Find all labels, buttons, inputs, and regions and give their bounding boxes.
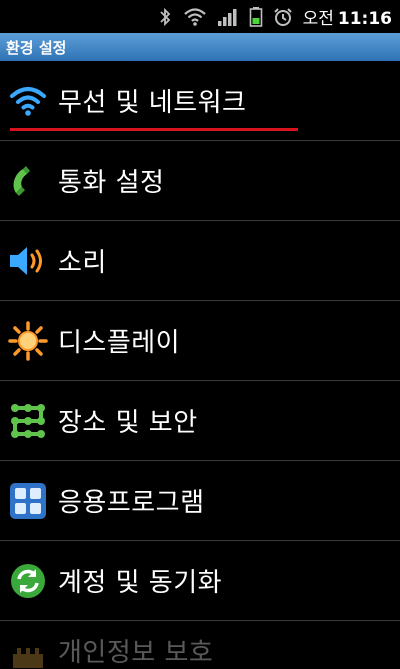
page-title: 환경 설정: [6, 38, 67, 57]
settings-item-privacy[interactable]: 개인정보 보호: [0, 621, 400, 669]
settings-item-display[interactable]: 디스플레이: [0, 301, 400, 381]
settings-item-label: 개인정보 보호: [58, 638, 214, 668]
settings-item-label: 응용프로그램: [58, 488, 205, 518]
settings-item-label: 계정 및 동기화: [58, 568, 223, 598]
clock-ampm: 오전: [302, 9, 334, 29]
speaker-icon: [8, 241, 48, 281]
status-bar: 오전 11:16: [0, 0, 400, 33]
alarm-clock-icon: [273, 7, 292, 26]
settings-list: 무선 및 네트워크 통화 설정 소리 디스플레이 장소 및 보안 응용프로그램 …: [0, 61, 400, 669]
wifi-icon: [8, 81, 48, 121]
selection-underline: [10, 128, 298, 131]
settings-item-label: 장소 및 보안: [58, 408, 198, 438]
settings-item-applications[interactable]: 응용프로그램: [0, 461, 400, 541]
title-bar: 환경 설정: [0, 33, 400, 61]
privacy-icon: [8, 629, 48, 669]
battery-icon: [249, 6, 262, 27]
lock-pattern-icon: [8, 401, 48, 441]
sync-icon: [8, 561, 48, 601]
settings-item-wireless-network[interactable]: 무선 및 네트워크: [0, 61, 400, 141]
settings-item-location-security[interactable]: 장소 및 보안: [0, 381, 400, 461]
settings-item-accounts-sync[interactable]: 계정 및 동기화: [0, 541, 400, 621]
cell-signal-icon: [217, 8, 237, 26]
settings-item-label: 통화 설정: [58, 168, 165, 198]
brightness-icon: [8, 320, 48, 361]
phone-handset-icon: [8, 161, 48, 201]
apps-grid-icon: [8, 481, 48, 521]
clock-time: 11:16: [337, 9, 392, 29]
settings-item-label: 디스플레이: [58, 328, 181, 358]
settings-item-label: 소리: [58, 248, 107, 278]
settings-item-call-settings[interactable]: 통화 설정: [0, 141, 400, 221]
settings-item-sound[interactable]: 소리: [0, 221, 400, 301]
status-clock: 오전 11:16: [303, 4, 392, 29]
bluetooth-icon: [159, 7, 170, 26]
settings-item-label: 무선 및 네트워크: [58, 88, 247, 118]
wifi-signal-icon: [183, 7, 206, 26]
